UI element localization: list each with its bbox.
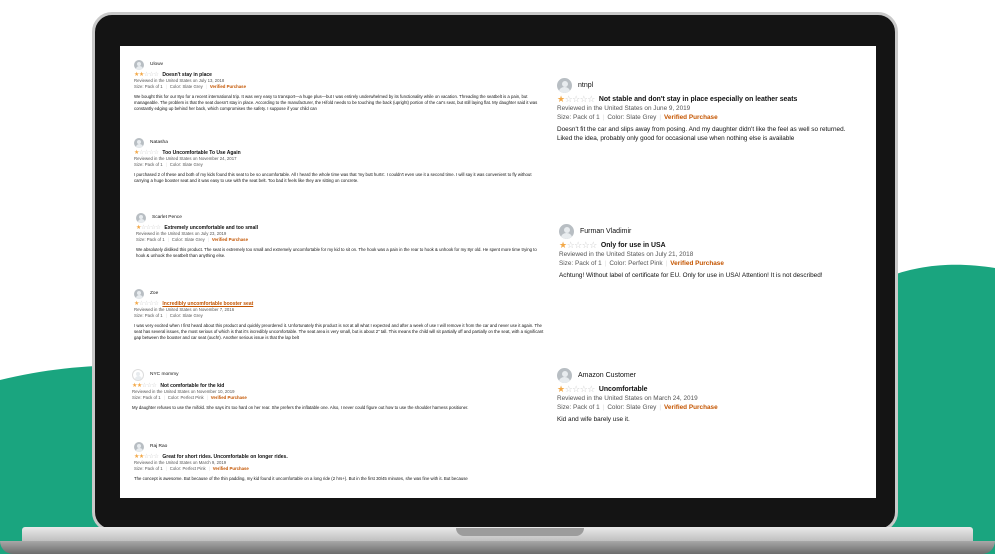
review-title[interactable]: Uncomfortable: [599, 385, 648, 394]
reviewer-name[interactable]: Raj Rao: [150, 444, 167, 450]
review-title[interactable]: Not stable and don't stay in place espec…: [599, 95, 797, 104]
review-body: The concept is awesome. But because of t…: [134, 475, 468, 481]
review-body: I was very excited when I first heard ab…: [134, 322, 544, 341]
verified-badge: Verified Purchase: [664, 114, 718, 121]
verified-badge: Verified Purchase: [212, 466, 249, 472]
reviewer-name[interactable]: NYC mommy: [150, 372, 179, 378]
review-body: I purchased 2 of these and both of my ki…: [134, 171, 532, 183]
review-body: Achtung! Without label of certificate fo…: [559, 272, 823, 279]
avatar: [557, 368, 572, 383]
review-card: NYC mommy ★★☆☆☆ Not comfortable for the k…: [132, 369, 542, 411]
review-card: Ulowv ★★☆☆☆ Doesn't stay in place Reviewe…: [134, 60, 544, 112]
reviewer-name[interactable]: Zoe: [150, 291, 158, 297]
review-body: We absolutely disliked this product. The…: [136, 246, 537, 258]
review-body: We bought this for our 8yo for a recent …: [134, 93, 538, 112]
review-card: Natasha ★☆☆☆☆ Too Uncomfortable To Use Ag…: [134, 138, 544, 184]
review-card: Scarlet Pence ★☆☆☆☆ Extremely uncomfortab…: [136, 213, 546, 259]
laptop-screen: Ulowv ★★☆☆☆ Doesn't stay in place Reviewe…: [120, 46, 876, 498]
laptop-notch: [456, 528, 584, 536]
verified-badge: Verified Purchase: [210, 395, 247, 401]
reviewer-name[interactable]: ntnpl: [578, 81, 593, 90]
review-attributes: Size: Pack of 1 | Color: Slate Grey | Verifi…: [557, 404, 718, 411]
avatar: [134, 138, 144, 148]
star-rating[interactable]: ★☆☆☆☆: [557, 95, 595, 104]
verified-badge: Verified Purchase: [211, 237, 248, 243]
avatar: [134, 442, 144, 452]
review-card: ntnpl ★☆☆☆☆ Not stable and don't stay in …: [557, 78, 857, 143]
review-attributes: Size: Pack of 1 | Color: Slate Grey: [134, 162, 203, 168]
review-date: Reviewed in the United States on July 21…: [559, 251, 694, 258]
review-attributes: Size: Pack of 1 | Color: Slate Grey | Verifi…: [557, 114, 718, 121]
avatar: [134, 289, 144, 299]
reviewer-name[interactable]: Ulowv: [150, 62, 163, 68]
review-title[interactable]: Only for use in USA: [601, 241, 666, 250]
review-attributes: Size: Pack of 1 | Color: Slate Grey | Verifi…: [134, 84, 246, 90]
reviewer-name[interactable]: Amazon Customer: [578, 371, 636, 380]
review-date: Reviewed in the United States on March 2…: [557, 395, 698, 402]
review-body: Doesn't fit the car and slips away from …: [557, 126, 846, 142]
review-attributes: Size: Pack of 1 | Color: Perfect Pink | Veri…: [134, 466, 249, 472]
star-rating[interactable]: ★☆☆☆☆: [559, 241, 597, 250]
review-card: Furman Vladimir ★☆☆☆☆ Only for use in USA…: [559, 224, 859, 280]
review-attributes: Size: Pack of 1 | Color: Slate Grey: [134, 313, 203, 319]
avatar: [132, 369, 144, 381]
review-attributes: Size: Pack of 1 | Color: Slate Grey | Verifi…: [136, 237, 248, 243]
review-body: Kid and wife barely use it.: [557, 416, 630, 423]
verified-badge: Verified Purchase: [670, 260, 724, 267]
review-attributes: Size: Pack of 1 | Color: Perfect Pink | Veri…: [132, 395, 247, 401]
verified-badge: Verified Purchase: [209, 84, 246, 90]
reviewer-name[interactable]: Scarlet Pence: [152, 215, 182, 221]
review-date: Reviewed in the United States on June 9,…: [557, 105, 691, 112]
review-attributes: Size: Pack of 1 | Color: Perfect Pink | Veri…: [559, 260, 724, 267]
review-card: Zoe ★☆☆☆☆ Incredibly uncomfortable booste…: [134, 289, 544, 353]
reviewer-name[interactable]: Furman Vladimir: [580, 227, 631, 236]
review-card: Raj Rao ★★☆☆☆ Great for short rides. Unco…: [134, 442, 544, 482]
verified-badge: Verified Purchase: [664, 404, 718, 411]
avatar: [557, 78, 572, 93]
laptop-base: [0, 527, 995, 554]
reviewer-name[interactable]: Natasha: [150, 140, 168, 146]
avatar: [136, 213, 146, 223]
avatar: [134, 60, 144, 70]
review-body: My daughter refuses to use the mifold. S…: [132, 404, 469, 410]
star-rating[interactable]: ★☆☆☆☆: [557, 385, 595, 394]
review-card: Amazon Customer ★☆☆☆☆ Uncomfortable Revie…: [557, 368, 857, 424]
avatar: [559, 224, 574, 239]
